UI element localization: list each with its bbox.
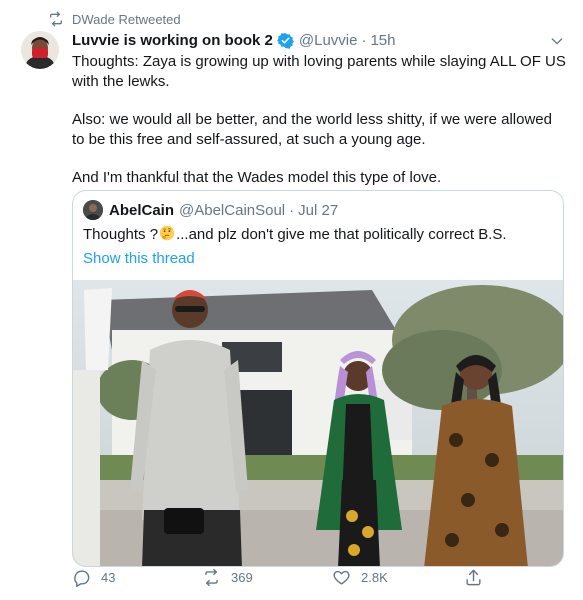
quoted-tweet-timestamp[interactable]: Jul 27 (298, 202, 338, 219)
quoted-author-handle[interactable]: @AbelCainSoul (179, 202, 285, 219)
tweet-header: Luvvie is working on book 2 @Luvvie · 15… (72, 30, 396, 50)
retweet-icon (48, 11, 64, 27)
author-handle[interactable]: @Luvvie (299, 32, 358, 49)
like-button[interactable]: 2.8K (332, 566, 388, 588)
quoted-tweet-header: AbelCain @AbelCainSoul · Jul 27 (83, 200, 338, 220)
retweet-banner-text[interactable]: DWade Retweeted (72, 12, 181, 27)
author-name[interactable]: Luvvie is working on book 2 (72, 32, 273, 49)
quoted-header-separator: · (289, 201, 295, 219)
share-button[interactable] (464, 566, 493, 588)
like-count: 2.8K (361, 569, 388, 585)
show-thread-link[interactable]: Show this thread (83, 249, 195, 269)
verified-badge-icon (276, 32, 294, 49)
share-icon (464, 568, 483, 587)
thinking-face-emoji-icon (159, 225, 175, 241)
reply-button[interactable]: 43 (72, 566, 115, 588)
retweet-icon (202, 568, 221, 587)
header-separator: · (361, 31, 367, 49)
tweet-text: Thoughts: Zaya is growing up with loving… (72, 52, 568, 206)
quoted-author-avatar[interactable] (83, 200, 103, 220)
chevron-down-icon[interactable] (548, 32, 566, 50)
tweet-paragraph: And I'm thankful that the Wades model th… (72, 169, 442, 186)
quoted-author-name[interactable]: AbelCain (109, 202, 174, 219)
reply-count: 43 (101, 569, 116, 585)
tweet-paragraph: Also: we would all be better, and the wo… (72, 111, 552, 148)
quoted-text-start: Thoughts ? (83, 226, 159, 243)
reply-icon (72, 568, 91, 587)
heart-icon (332, 568, 351, 587)
tweet-paragraph: Thoughts: Zaya is growing up with loving… (72, 53, 566, 90)
tweet-timestamp[interactable]: 15h (370, 32, 395, 49)
quoted-tweet[interactable]: AbelCain @AbelCainSoul · Jul 27 Thoughts… (72, 190, 564, 567)
tweet-card[interactable]: DWade Retweeted Luvvie is working on boo… (0, 0, 583, 600)
retweet-count: 369 (231, 569, 253, 585)
quoted-tweet-text: Thoughts ? ...and plz don't give me that … (83, 225, 507, 245)
quoted-text-end: ...and plz don't give me that politicall… (176, 226, 507, 243)
tweet-actions: 43 369 2.8K (72, 566, 512, 588)
retweet-banner: DWade Retweeted (48, 10, 181, 28)
author-avatar[interactable] (21, 31, 59, 69)
quoted-tweet-photo[interactable] (73, 280, 563, 566)
retweet-button[interactable]: 369 (202, 566, 253, 588)
